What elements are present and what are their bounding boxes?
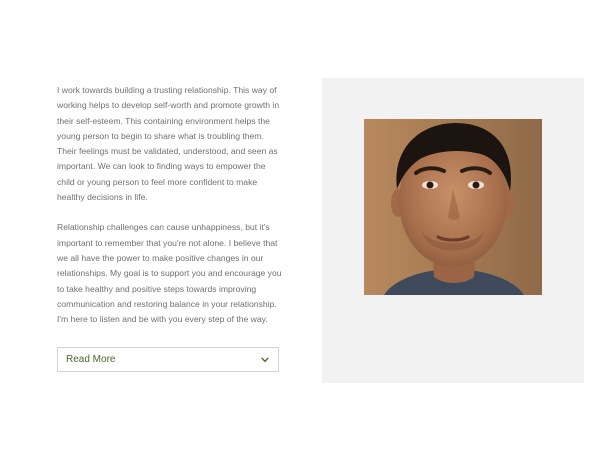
read-more-label: Read More: [66, 354, 116, 365]
chevron-down-icon: [260, 355, 270, 365]
bio-paragraph-1: I work towards building a trusting relat…: [57, 85, 280, 203]
bio-text-column: I work towards building a trusting relat…: [57, 83, 285, 327]
photo-panel: [322, 78, 584, 383]
profile-photo: [364, 119, 542, 295]
therapist-profile-section: I work towards building a trusting relat…: [0, 0, 600, 462]
read-more-button[interactable]: Read More: [57, 347, 279, 372]
bio-paragraph-2: Relationship challenges can cause unhapp…: [57, 222, 282, 325]
